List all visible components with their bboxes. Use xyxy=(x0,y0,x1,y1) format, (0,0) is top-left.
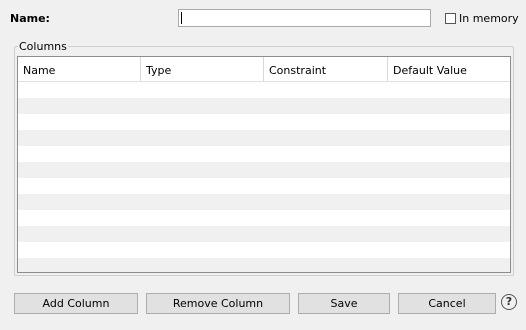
cancel-button[interactable]: Cancel xyxy=(398,293,496,314)
columns-table-header: Name Type Constraint Default Value xyxy=(18,57,510,82)
table-row[interactable] xyxy=(18,98,510,114)
in-memory-checkbox[interactable] xyxy=(445,13,456,24)
column-header-default-value[interactable]: Default Value xyxy=(388,57,510,81)
table-row[interactable] xyxy=(18,130,510,146)
table-row[interactable] xyxy=(18,178,510,194)
table-row[interactable] xyxy=(18,146,510,162)
save-button[interactable]: Save xyxy=(298,293,390,314)
table-row[interactable] xyxy=(18,242,510,258)
in-memory-option[interactable]: In memory xyxy=(445,12,519,25)
table-row[interactable] xyxy=(18,162,510,178)
column-header-constraint[interactable]: Constraint xyxy=(264,57,388,81)
table-row[interactable] xyxy=(18,82,510,98)
add-column-button[interactable]: Add Column xyxy=(14,293,138,314)
help-icon[interactable]: ? xyxy=(501,294,517,310)
table-row[interactable] xyxy=(18,114,510,130)
in-memory-label: In memory xyxy=(459,12,519,25)
table-row[interactable] xyxy=(18,258,510,272)
column-header-name[interactable]: Name xyxy=(18,57,141,81)
table-row[interactable] xyxy=(18,226,510,242)
text-caret xyxy=(181,12,182,24)
table-row[interactable] xyxy=(18,194,510,210)
columns-table[interactable]: Name Type Constraint Default Value xyxy=(17,56,511,273)
name-label: Name: xyxy=(10,12,50,25)
remove-column-button[interactable]: Remove Column xyxy=(146,293,290,314)
column-header-type[interactable]: Type xyxy=(141,57,264,81)
name-input[interactable] xyxy=(178,9,431,27)
table-row[interactable] xyxy=(18,210,510,226)
columns-group-title: Columns xyxy=(18,40,68,53)
